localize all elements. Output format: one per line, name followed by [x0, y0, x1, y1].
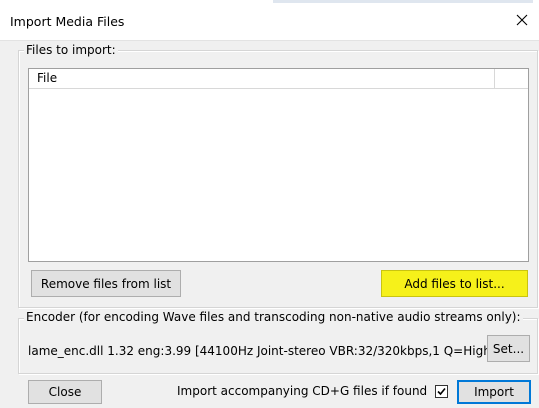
background-window-edge — [273, 0, 533, 3]
column-header-file[interactable]: File — [29, 69, 495, 88]
files-to-import-legend: Files to import: — [24, 43, 118, 57]
cdg-checkbox[interactable] — [435, 384, 449, 398]
import-media-dialog: Import Media Files Files to import: File… — [0, 0, 539, 408]
cdg-import-option[interactable]: Import accompanying CD+G files if found — [177, 384, 449, 398]
title-bar: Import Media Files — [0, 0, 539, 41]
add-files-button[interactable]: Add files to list... — [381, 270, 528, 297]
encoder-settings-button[interactable]: Set... — [487, 335, 530, 362]
encoder-info: lame_enc.dll 1.32 eng:3.99 [44100Hz Join… — [28, 344, 496, 358]
import-button[interactable]: Import — [457, 380, 531, 404]
close-icon — [516, 14, 528, 26]
column-header-extra[interactable] — [495, 69, 528, 88]
remove-files-button[interactable]: Remove files from list — [31, 270, 181, 297]
close-window-button[interactable] — [511, 9, 533, 31]
checkmark-icon — [437, 387, 446, 395]
window-title: Import Media Files — [10, 14, 125, 29]
encoder-legend: Encoder (for encoding Wave files and tra… — [24, 310, 523, 324]
files-list[interactable]: File — [28, 68, 529, 262]
list-header: File — [29, 69, 528, 89]
cdg-checkbox-label: Import accompanying CD+G files if found — [177, 384, 428, 398]
close-button[interactable]: Close — [28, 380, 102, 404]
